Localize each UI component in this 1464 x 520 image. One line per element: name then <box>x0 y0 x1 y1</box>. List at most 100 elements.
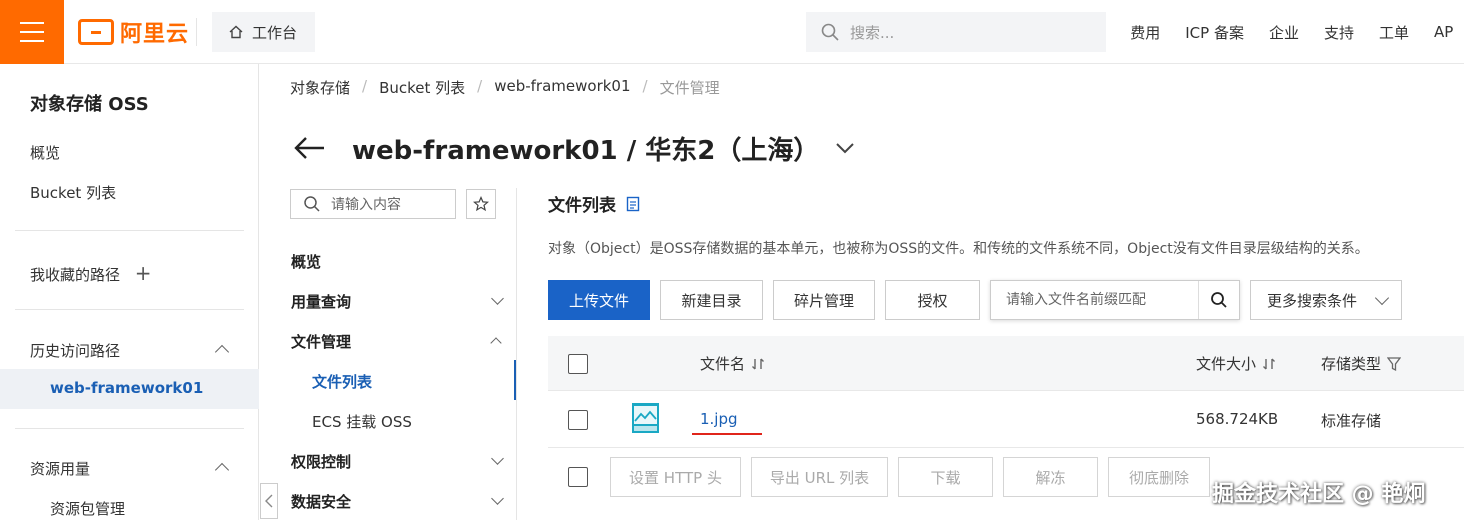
logo-text: 阿里云 <box>120 22 190 47</box>
collapse-sidebar-button[interactable] <box>260 483 278 519</box>
sub-nav-search-input[interactable]: 请输入内容 <box>290 189 456 219</box>
chevron-down-icon[interactable] <box>491 492 504 505</box>
nav-icp[interactable]: ICP 备案 <box>1185 22 1244 43</box>
more-search-conditions-dropdown[interactable]: 更多搜索条件 <box>1250 280 1402 320</box>
sub-nav-file-list[interactable]: 文件列表 <box>312 371 372 392</box>
breadcrumb: 对象存储 / Bucket 列表 / web-framework01/ 文件管理 <box>290 77 720 98</box>
chevron-down-icon <box>1374 290 1390 306</box>
chevron-up-icon[interactable] <box>214 344 230 360</box>
row-checkbox[interactable] <box>568 410 588 430</box>
sub-nav-search-placeholder: 请输入内容 <box>331 197 401 213</box>
nav-app[interactable]: AP <box>1434 23 1464 41</box>
sidebar-item-history-active[interactable]: web-framework01 <box>0 369 259 409</box>
storage-type-cell: 标准存储 <box>1321 412 1382 430</box>
fragment-management-button[interactable]: 碎片管理 <box>773 280 875 320</box>
file-table-header: 文件名 文件大小 存储类型 <box>548 336 1464 391</box>
filter-icon[interactable] <box>1387 356 1402 372</box>
download-button[interactable]: 下载 <box>898 457 993 497</box>
file-search-placeholder: 请输入文件名前缀匹配 <box>991 281 1199 319</box>
column-name-label: 文件名 <box>700 355 746 373</box>
file-name-link[interactable]: 1.jpg <box>700 410 738 428</box>
watermark: 掘金技术社区 @ 艳炯 <box>1212 482 1426 507</box>
divider <box>15 309 244 310</box>
home-icon <box>229 25 243 39</box>
search-placeholder: 搜索... <box>850 23 895 42</box>
bucket-sub-nav: 请输入内容 概览 用量查询 文件管理 文件列表 ECS 挂载 OSS 权限控制 … <box>260 188 517 520</box>
column-header-storage[interactable]: 存储类型 <box>1321 353 1402 374</box>
breadcrumb-item[interactable]: Bucket 列表 <box>379 77 465 98</box>
sidebar-item-resources[interactable]: 资源用量 <box>30 458 90 479</box>
sort-icon[interactable] <box>751 357 765 371</box>
divider <box>15 428 244 429</box>
sub-nav-file-mgmt[interactable]: 文件管理 <box>291 331 351 352</box>
chevron-down-icon[interactable] <box>835 141 855 155</box>
nav-ticket[interactable]: 工单 <box>1379 22 1409 43</box>
nav-enterprise[interactable]: 企业 <box>1269 22 1299 43</box>
export-url-list-button[interactable]: 导出 URL 列表 <box>751 457 888 497</box>
permanent-delete-button[interactable]: 彻底删除 <box>1108 457 1210 497</box>
file-search-button[interactable] <box>1199 291 1239 309</box>
annotation-underline <box>692 433 762 435</box>
star-icon <box>473 196 489 212</box>
sub-nav-usage[interactable]: 用量查询 <box>291 291 351 312</box>
aliyun-logo-icon <box>78 19 114 45</box>
history-item-label: web-framework01 <box>50 379 204 397</box>
nav-support[interactable]: 支持 <box>1324 22 1354 43</box>
active-indicator <box>514 360 516 400</box>
chevron-up-icon[interactable] <box>490 337 502 349</box>
search-icon <box>1211 292 1227 308</box>
divider <box>196 18 197 46</box>
top-bar: 阿里云 工作台 搜索... 费用 ICP 备案 企业 支持 工单 AP <box>0 0 1464 64</box>
page-title: web-framework01 / 华东2（上海） <box>352 135 820 166</box>
sub-nav-data-security[interactable]: 数据安全 <box>291 491 351 512</box>
sub-nav-overview[interactable]: 概览 <box>291 251 321 272</box>
document-icon[interactable] <box>626 196 640 212</box>
top-nav: 费用 ICP 备案 企业 支持 工单 AP <box>1130 0 1464 64</box>
sidebar-item-history[interactable]: 历史访问路径 <box>30 340 120 361</box>
column-size-label: 文件大小 <box>1196 355 1257 373</box>
sub-nav-ecs-mount[interactable]: ECS 挂载 OSS <box>312 411 412 432</box>
file-list-title-text: 文件列表 <box>548 196 616 216</box>
authorize-button[interactable]: 授权 <box>885 280 980 320</box>
sidebar-item-overview[interactable]: 概览 <box>30 142 60 163</box>
file-list-title: 文件列表 <box>548 191 640 216</box>
unfreeze-button[interactable]: 解冻 <box>1003 457 1098 497</box>
workbench-label: 工作台 <box>252 23 298 42</box>
sub-nav-access-control[interactable]: 权限控制 <box>291 451 351 472</box>
sidebar-item-resource-pkg[interactable]: 资源包管理 <box>50 498 125 519</box>
breadcrumb-item[interactable]: web-framework01 <box>494 77 630 98</box>
column-header-name[interactable]: 文件名 <box>700 353 765 374</box>
new-directory-button[interactable]: 新建目录 <box>660 280 763 320</box>
back-arrow-icon[interactable] <box>294 136 326 160</box>
page-header: web-framework01 / 华东2（上海） <box>294 128 855 168</box>
column-header-size[interactable]: 文件大小 <box>1196 353 1276 374</box>
chevron-down-icon[interactable] <box>491 292 504 305</box>
hamburger-menu-button[interactable] <box>0 0 64 64</box>
sidebar-item-favorites[interactable]: 我收藏的路径 + <box>30 261 152 285</box>
favorites-label: 我收藏的路径 <box>30 266 121 284</box>
file-search-input[interactable]: 请输入文件名前缀匹配 <box>990 280 1240 320</box>
more-search-label: 更多搜索条件 <box>1267 291 1358 310</box>
column-storage-label: 存储类型 <box>1321 355 1382 373</box>
chevron-up-icon[interactable] <box>214 462 230 478</box>
workbench-button[interactable]: 工作台 <box>212 12 315 52</box>
breadcrumb-item[interactable]: 对象存储 <box>290 77 350 98</box>
favorite-star-button[interactable] <box>466 189 496 219</box>
nav-billing[interactable]: 费用 <box>1130 22 1160 43</box>
search-icon <box>821 23 839 41</box>
upload-file-button[interactable]: 上传文件 <box>548 280 650 320</box>
search-icon <box>304 196 320 212</box>
image-file-icon <box>632 403 659 433</box>
sort-icon[interactable] <box>1262 357 1276 371</box>
sidebar-item-bucket-list[interactable]: Bucket 列表 <box>30 182 116 203</box>
set-http-header-button[interactable]: 设置 HTTP 头 <box>610 457 741 497</box>
global-search-input[interactable]: 搜索... <box>806 12 1106 52</box>
sidebar-title: 对象存储 OSS <box>30 94 149 115</box>
select-all-checkbox[interactable] <box>568 354 588 374</box>
chevron-down-icon[interactable] <box>491 452 504 465</box>
aliyun-logo[interactable]: 阿里云 <box>78 18 190 47</box>
plus-icon[interactable]: + <box>135 261 152 285</box>
table-row[interactable]: 1.jpg 568.724KB 标准存储 <box>548 391 1464 448</box>
left-sidebar: 对象存储 OSS 概览 Bucket 列表 我收藏的路径 + 历史访问路径 we… <box>0 64 259 520</box>
batch-select-checkbox[interactable] <box>568 467 588 487</box>
